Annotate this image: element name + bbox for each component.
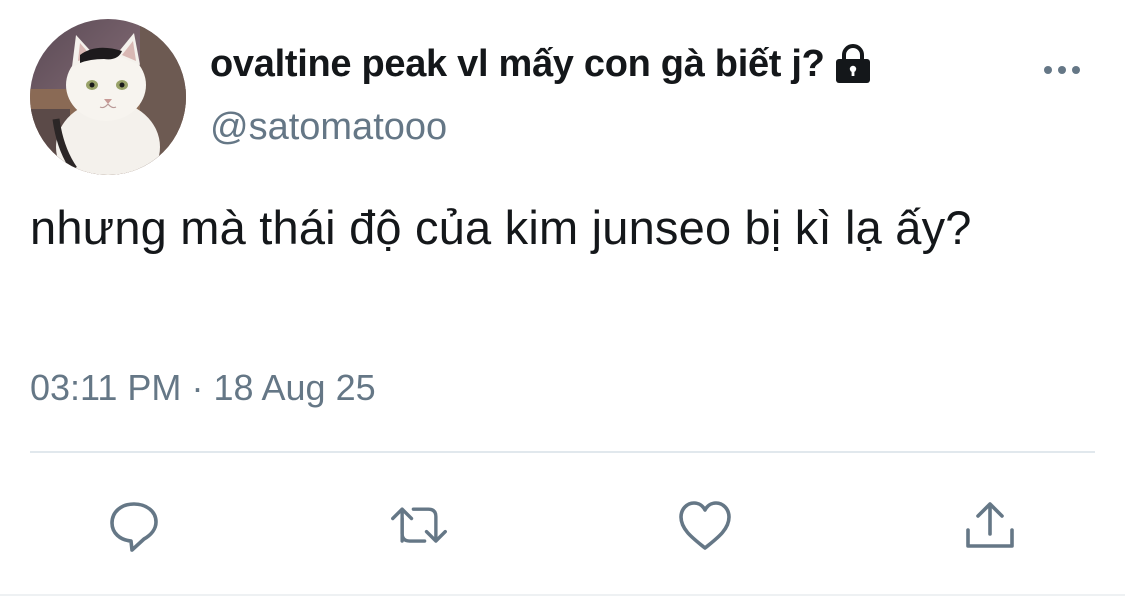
share-icon	[966, 502, 1014, 548]
bottom-divider	[0, 594, 1125, 596]
tweet-timestamp[interactable]: 03:11 PM · 18 Aug 25	[30, 367, 376, 409]
like-button[interactable]	[675, 496, 735, 556]
retweet-icon	[391, 507, 447, 543]
tweet-text: nhưng mà thái độ của kim junseo bị kì lạ…	[30, 201, 972, 254]
tweet-time: 03:11 PM	[30, 367, 182, 408]
display-name[interactable]: ovaltine peak vl mấy con gà biết j?	[210, 43, 825, 86]
divider	[30, 451, 1095, 453]
avatar[interactable]	[30, 19, 186, 175]
meta-separator: ·	[191, 367, 204, 408]
reply-button[interactable]	[104, 496, 164, 556]
cat-photo-avatar	[30, 19, 186, 175]
more-options-button[interactable]	[1040, 56, 1084, 84]
user-handle[interactable]: @satomatooo	[210, 106, 447, 149]
more-options-icon	[1044, 66, 1080, 74]
share-button[interactable]	[960, 496, 1020, 556]
tweet-date: 18 Aug 25	[213, 367, 376, 408]
lock-icon	[833, 43, 873, 85]
reply-icon	[110, 502, 158, 552]
retweet-button[interactable]	[389, 496, 449, 556]
heart-icon	[679, 501, 731, 550]
display-name-row[interactable]: ovaltine peak vl mấy con gà biết j?	[210, 40, 873, 88]
